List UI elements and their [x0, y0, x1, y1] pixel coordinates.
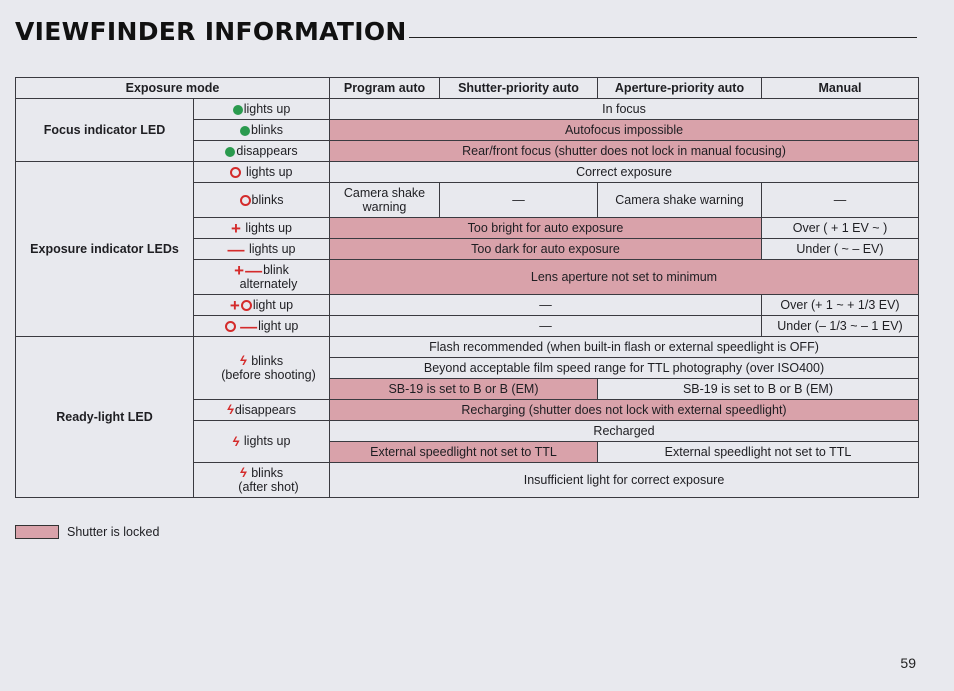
value-cell-manual: —: [761, 182, 919, 218]
value-cell-locked: SB-19 is set to B or B (EM): [329, 378, 598, 400]
condition-cell: ϟ lights up: [193, 420, 330, 463]
value-cell-manual: Over ( + 1 EV ~ ): [761, 217, 919, 239]
condition-cell: lights up: [193, 161, 330, 183]
condition-cell: ϟ blinks (after shot): [193, 462, 330, 498]
red-circle-icon: [240, 300, 252, 312]
condition-cell: —light up: [193, 315, 330, 337]
green-dot-icon: [232, 104, 243, 115]
value-cell: External speedlight not set to TTL: [597, 441, 919, 463]
page-number: 59: [900, 655, 916, 671]
condition-cell: lights up: [193, 98, 330, 120]
green-dot-icon: [225, 146, 236, 157]
value-cell-locked: Rear/front focus (shutter does not lock …: [329, 140, 919, 162]
flash-bolt-icon: ϟ: [239, 353, 247, 369]
table-row: Focus indicator LED lights up In focus: [15, 98, 919, 162]
title-rule: [408, 36, 917, 38]
value-cell-manual: Over (+ 1 ~ + 1/3 EV): [761, 294, 919, 316]
red-circle-icon: [239, 195, 251, 207]
plus-icon: +: [234, 260, 245, 280]
value-cell-locked: Too dark for auto exposure: [329, 238, 762, 260]
viewfinder-table: Exposure mode Program auto Shutter-prior…: [15, 77, 919, 498]
value-cell-locked: Recharging (shutter does not lock with e…: [329, 399, 919, 421]
value-cell-locked: Too bright for auto exposure: [329, 217, 762, 239]
value-cell: In focus: [329, 98, 919, 120]
value-cell: SB-19 is set to B or B (EM): [597, 378, 919, 400]
header-aperture-priority-auto: Aperture-priority auto: [597, 77, 762, 99]
flash-bolt-icon: ϟ: [232, 433, 240, 449]
legend: Shutter is locked: [15, 525, 159, 539]
red-circle-icon: [224, 321, 236, 333]
red-circle-icon: [230, 167, 242, 179]
condition-cell: ϟdisappears: [193, 399, 330, 421]
group-focus-indicator: Focus indicator LED: [15, 98, 194, 162]
value-cell-program: Camera shake warning: [329, 182, 440, 218]
value-cell: —: [329, 294, 762, 316]
group-exposure-indicator: Exposure indicator LEDs: [15, 161, 194, 337]
value-cell-locked: Lens aperture not set to minimum: [329, 259, 919, 295]
value-cell: Flash recommended (when built-in flash o…: [329, 336, 919, 358]
flash-bolt-icon: ϟ: [226, 402, 234, 418]
plus-icon: +: [229, 295, 240, 315]
page-title-block: VIEWFINDER INFORMATION: [15, 16, 917, 46]
value-cell-aperture: Camera shake warning: [597, 182, 762, 218]
header-manual: Manual: [761, 77, 919, 99]
page-title: VIEWFINDER INFORMATION: [15, 17, 407, 46]
legend-label: Shutter is locked: [67, 525, 160, 539]
value-cell: —: [329, 315, 762, 337]
condition-cell: disappears: [193, 140, 330, 162]
value-cell: Beyond acceptable film speed range for T…: [329, 357, 919, 379]
condition-cell: +—blink alternately: [193, 259, 330, 295]
green-dot-icon: [240, 125, 251, 136]
value-cell: Insufficient light for correct exposure: [329, 462, 919, 498]
group-ready-light: Ready-light LED: [15, 336, 194, 498]
header-shutter-priority-auto: Shutter-priority auto: [439, 77, 598, 99]
value-cell-manual: Under ( ~ – EV): [761, 238, 919, 260]
plus-icon: +: [231, 218, 241, 238]
minus-icon: —: [240, 316, 258, 336]
condition-cell: + light up: [193, 294, 330, 316]
condition-cell: — lights up: [193, 238, 330, 260]
condition-cell: + lights up: [193, 217, 330, 239]
table-row: Exposure indicator LEDs lights up Correc…: [15, 161, 919, 337]
table-row: Ready-light LED ϟ blinks (before shooting…: [15, 336, 919, 498]
minus-icon: —: [245, 260, 263, 280]
header-exposure-mode: Exposure mode: [15, 77, 330, 99]
value-cell: Correct exposure: [329, 161, 919, 183]
condition-cell: blinks: [193, 182, 330, 218]
minus-icon: —: [227, 239, 245, 259]
value-cell: Recharged: [329, 420, 919, 442]
condition-cell: blinks: [193, 119, 330, 141]
legend-swatch-shutter-locked: [15, 525, 59, 539]
flash-bolt-icon: ϟ: [239, 465, 247, 481]
value-cell-locked: External speedlight not set to TTL: [329, 441, 598, 463]
table-header-row: Exposure mode Program auto Shutter-prior…: [15, 77, 919, 99]
condition-cell: ϟ blinks (before shooting): [193, 336, 330, 400]
value-cell-locked: Autofocus impossible: [329, 119, 919, 141]
header-program-auto: Program auto: [329, 77, 440, 99]
value-cell-manual: Under (– 1/3 ~ – 1 EV): [761, 315, 919, 337]
value-cell-shutter: —: [439, 182, 598, 218]
